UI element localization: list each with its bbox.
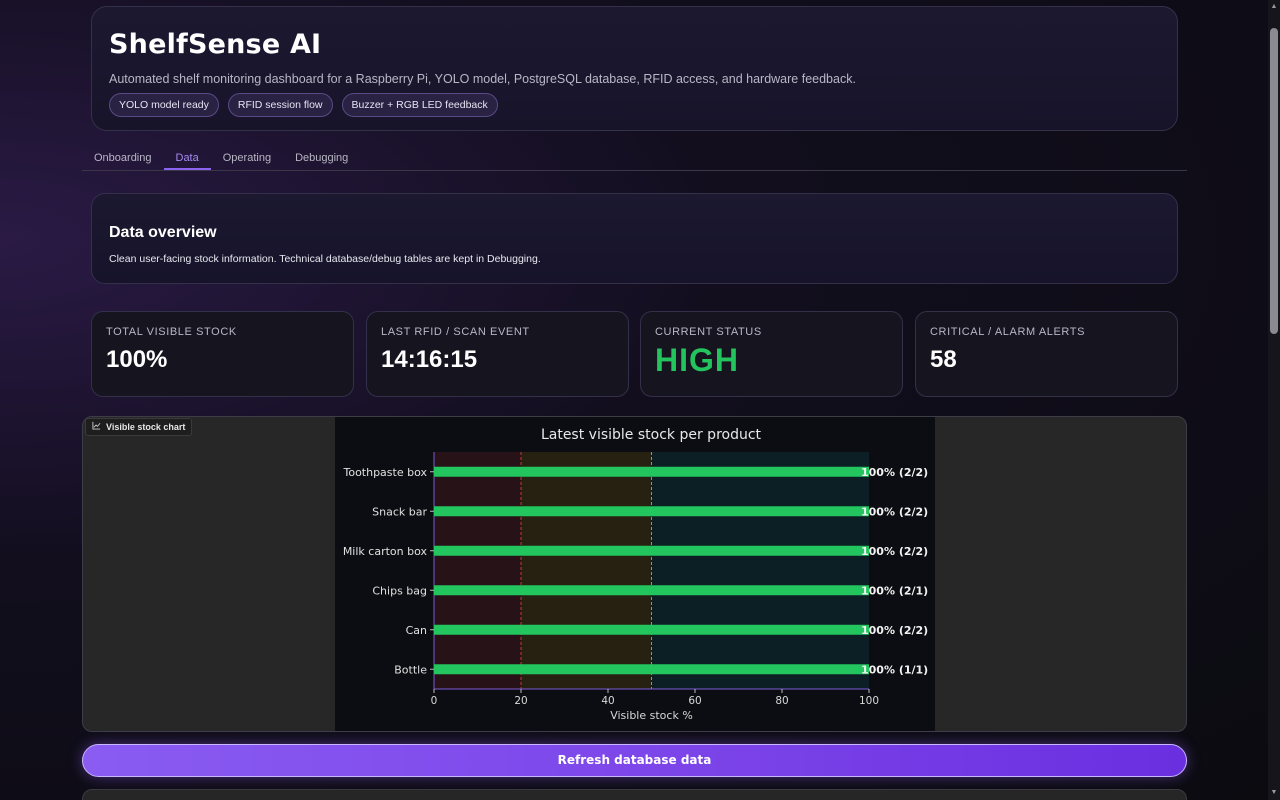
- status-badge: HIGH: [655, 342, 739, 378]
- stat-value: 100%: [106, 346, 168, 373]
- tab-debugging[interactable]: Debugging: [283, 146, 360, 170]
- chart-x-tick-label: 0: [431, 695, 438, 707]
- chart-panel: Visible stock chart Latest visible stock…: [82, 416, 1187, 732]
- chart-data-label: 100% (2/2): [861, 624, 928, 637]
- tab-onboarding[interactable]: Onboarding: [82, 146, 164, 170]
- chart-x-axis-label: Visible stock %: [610, 709, 693, 722]
- chart-bar: [434, 624, 869, 635]
- chart-category-label: Can: [406, 624, 427, 637]
- chart-category-label: Toothpaste box: [342, 466, 427, 479]
- chart-bar: [434, 664, 869, 675]
- stat-total-stock: TOTAL VISIBLE STOCK 100%: [91, 311, 354, 397]
- scroll-down-icon[interactable]: ▼: [1268, 786, 1280, 800]
- chart-x-tick-label: 100: [859, 695, 879, 707]
- stat-value: 14:16:15: [381, 346, 478, 373]
- stat-label: TOTAL VISIBLE STOCK: [106, 326, 237, 338]
- chart-x-tick-label: 80: [775, 695, 788, 707]
- chart-tag-label: Visible stock chart: [106, 422, 186, 432]
- overview-title: Data overview: [109, 224, 217, 241]
- chart-category-label: Bottle: [394, 663, 427, 676]
- chart-bar: [434, 506, 869, 517]
- page-scrollbar[interactable]: ▲ ▼: [1268, 0, 1280, 800]
- chart-data-label: 100% (2/2): [861, 545, 928, 558]
- pill-yolo: YOLO model ready: [109, 93, 219, 117]
- app-title: ShelfSense AI: [109, 29, 322, 60]
- stat-label: LAST RFID / SCAN EVENT: [381, 326, 530, 338]
- chart-data-label: 100% (2/1): [861, 584, 928, 597]
- status-pills: YOLO model ready RFID session flow Buzze…: [109, 93, 1160, 117]
- stat-current-status: CURRENT STATUS HIGH: [640, 311, 903, 397]
- scroll-thumb[interactable]: [1270, 28, 1278, 334]
- chart-category-label: Milk carton box: [343, 545, 428, 558]
- pill-feedback: Buzzer + RGB LED feedback: [341, 93, 498, 117]
- chart-bar: [434, 545, 869, 556]
- chart-x-tick-label: 60: [688, 695, 701, 707]
- next-panel: [82, 789, 1187, 800]
- stat-cards: TOTAL VISIBLE STOCK 100% LAST RFID / SCA…: [91, 311, 1178, 397]
- pill-rfid: RFID session flow: [227, 93, 333, 117]
- stat-label: CRITICAL / ALARM ALERTS: [930, 326, 1086, 338]
- chart-category-label: Snack bar: [372, 505, 427, 518]
- chart-zone-2: [651, 452, 869, 689]
- refresh-data-button[interactable]: Refresh database data: [82, 744, 1187, 777]
- data-overview-card: Data overview Clean user-facing stock in…: [91, 193, 1178, 284]
- stock-bar-chart: Latest visible stock per product Toothpas…: [335, 417, 935, 731]
- chart-tag: Visible stock chart: [85, 418, 193, 436]
- chart-title: Latest visible stock per product: [541, 427, 762, 443]
- chart-data-label: 100% (1/1): [861, 663, 928, 676]
- line-chart-icon: [92, 419, 101, 435]
- chart-zone-0: [434, 452, 521, 689]
- tab-data[interactable]: Data: [163, 146, 211, 170]
- chart-x-tick-label: 20: [514, 695, 527, 707]
- stat-label: CURRENT STATUS: [655, 326, 762, 338]
- header-card: ShelfSense AI Automated shelf monitoring…: [91, 6, 1178, 131]
- tab-bar: Onboarding Data Operating Debugging: [82, 146, 1187, 171]
- overview-description: Clean user-facing stock information. Tec…: [109, 253, 541, 265]
- chart-data-label: 100% (2/2): [861, 505, 928, 518]
- chart-bar: [434, 585, 869, 596]
- chart-bar: [434, 466, 869, 477]
- chart-zone-1: [521, 452, 652, 689]
- stat-value: 58: [930, 346, 957, 373]
- chart-data-label: 100% (2/2): [861, 466, 928, 479]
- tab-operating[interactable]: Operating: [211, 146, 283, 170]
- stat-last-event: LAST RFID / SCAN EVENT 14:16:15: [366, 311, 629, 397]
- app-subtitle: Automated shelf monitoring dashboard for…: [109, 72, 856, 86]
- scroll-up-icon[interactable]: ▲: [1268, 0, 1280, 14]
- chart-x-tick-label: 40: [601, 695, 614, 707]
- stat-alarm-alerts: CRITICAL / ALARM ALERTS 58: [915, 311, 1178, 397]
- chart-category-label: Chips bag: [372, 584, 427, 597]
